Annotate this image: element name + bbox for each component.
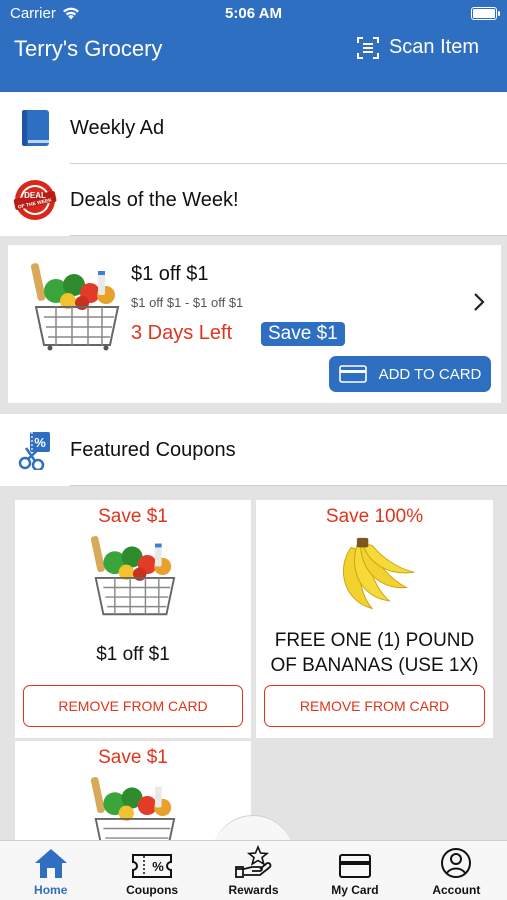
- tab-bar: Home % Coupons Rewards My Card Account: [0, 840, 507, 900]
- status-bar: Carrier 5:06 AM: [0, 4, 507, 26]
- menu-weekly-ad[interactable]: Weekly Ad: [0, 92, 507, 164]
- tab-account-label: Account: [432, 883, 481, 897]
- add-to-card-button[interactable]: ADD TO CARD: [329, 356, 491, 392]
- tab-my-card[interactable]: My Card: [304, 841, 405, 900]
- book-icon: [22, 110, 49, 146]
- svg-text:%: %: [152, 859, 164, 874]
- tab-coupons[interactable]: % Coupons: [101, 841, 202, 900]
- tab-rewards-label: Rewards: [228, 883, 279, 897]
- coupon-card[interactable]: Save $1 $1 off $1 REMOVE FROM CARD: [15, 500, 251, 738]
- rewards-icon: [234, 845, 271, 878]
- deal-save-badge: Save $1: [261, 322, 345, 346]
- page-title: Terry's Grocery: [14, 36, 163, 61]
- deal-of-the-week-badge-icon: DEAL OF THE WEEK: [13, 180, 57, 220]
- coupon-description: FREE ONE (1) POUND OF BANANAS (USE 1X): [270, 630, 479, 676]
- tab-home[interactable]: Home: [0, 841, 101, 900]
- deal-card[interactable]: $1 off $1 $1 off $1 - $1 off $1 3 Days L…: [8, 245, 501, 403]
- coupon-description: $1 off $1: [96, 644, 170, 665]
- scan-item-label: Scan Item: [388, 36, 479, 58]
- coupon-save: Save $1: [98, 747, 168, 768]
- weekly-ad-label: Weekly Ad: [70, 116, 165, 139]
- coupon-icon: %: [132, 854, 173, 878]
- battery-icon: [471, 7, 500, 20]
- menu-featured-coupons[interactable]: % Featured Coupons: [0, 414, 507, 486]
- coupon-card[interactable]: Save $1: [15, 741, 251, 840]
- deal-title: $1 off $1: [131, 263, 209, 285]
- tab-home-label: Home: [34, 883, 68, 897]
- deal-days-left: 3 Days Left: [131, 322, 233, 344]
- svg-text:%: %: [34, 435, 46, 450]
- card-icon: [338, 365, 367, 383]
- tab-account[interactable]: Account: [406, 841, 507, 900]
- scan-item-button[interactable]: Scan Item: [356, 36, 479, 59]
- status-time: 5:06 AM: [225, 5, 282, 22]
- home-icon: [34, 849, 67, 878]
- app-header: Carrier 5:06 AM Terry's Grocery Scan Ite…: [0, 0, 507, 92]
- chevron-right-icon[interactable]: [471, 291, 487, 313]
- grocery-basket-image: [90, 536, 176, 616]
- bananas-image: [342, 537, 414, 610]
- coupon-card[interactable]: Save 100% FREE ONE (1) POUND OF BANANAS …: [256, 500, 493, 738]
- grocery-basket-image: [30, 263, 120, 351]
- menu-deals-of-week[interactable]: DEAL OF THE WEEK Deals of the Week!: [0, 164, 507, 236]
- tab-coupons-label: Coupons: [126, 883, 179, 897]
- deals-label: Deals of the Week!: [70, 188, 239, 211]
- deal-subtitle: $1 off $1 - $1 off $1: [131, 295, 244, 310]
- remove-from-card-button[interactable]: REMOVE FROM CARD: [264, 685, 485, 727]
- account-icon: [441, 848, 472, 878]
- coupon-save: Save $1: [98, 506, 168, 527]
- add-to-card-label: ADD TO CARD: [378, 365, 482, 383]
- scan-icon: [356, 36, 379, 59]
- tab-my-card-label: My Card: [331, 883, 379, 897]
- grocery-basket-image: [90, 777, 176, 840]
- featured-coupons-label: Featured Coupons: [70, 438, 236, 461]
- coupon-save: Save 100%: [325, 506, 424, 527]
- card-icon: [338, 854, 371, 878]
- tab-rewards[interactable]: Rewards: [203, 841, 304, 900]
- remove-from-card-button[interactable]: REMOVE FROM CARD: [23, 685, 243, 727]
- coupon-scissors-icon: %: [18, 432, 50, 470]
